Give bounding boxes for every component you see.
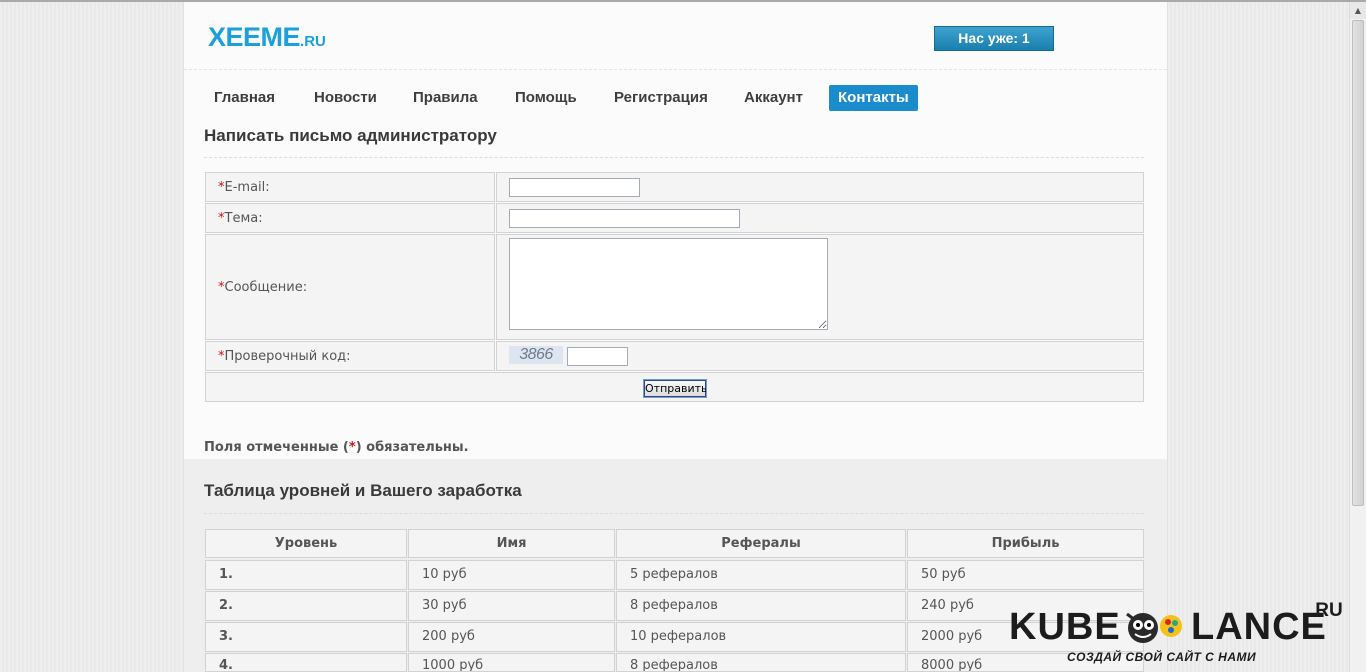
note-prefix: Поля отмеченные ( — [204, 440, 349, 455]
required-fields-note: Поля отмеченные (*) обязательны. — [204, 440, 469, 455]
required-mark: * — [348, 440, 356, 455]
email-label-cell: *E-mail: — [205, 172, 495, 202]
subject-label-text: Тема: — [224, 211, 263, 226]
submit-button[interactable]: Отправить — [643, 379, 708, 398]
captcha-label-text: Проверочный код: — [224, 349, 351, 364]
subject-label: *Тема: — [218, 211, 263, 226]
table-row-name: 1000 руб — [408, 653, 615, 672]
levels-header-level: Уровень — [205, 529, 407, 558]
table-row-level: 2. — [205, 591, 407, 621]
nav-item-register[interactable]: Регистрация — [604, 85, 718, 111]
site-logo[interactable]: XEEME.RU — [208, 22, 326, 53]
watermark-tagline: СОЗДАЙ СВОЙ САЙТ С НАМИ — [1067, 650, 1257, 664]
message-label-text: Сообщение: — [224, 280, 308, 295]
submit-cell: Отправить — [205, 372, 1144, 402]
captcha-label: *Проверочный код: — [218, 349, 351, 364]
email-label: *E-mail: — [218, 180, 270, 195]
email-field[interactable] — [509, 178, 640, 197]
scroll-thumb[interactable] — [1352, 20, 1364, 506]
table-row-referrals: 5 рефералов — [616, 560, 906, 590]
kubelance-watermark: KUBE LANCE .RU СОЗДАЙ СВОЙ САЙТ С НАМИ — [1005, 598, 1345, 670]
title-divider — [204, 157, 1144, 158]
nav-item-account[interactable]: Аккаунт — [734, 85, 813, 111]
table-row-name: 10 руб — [408, 560, 615, 590]
subject-input-cell — [496, 203, 1144, 233]
table-row-level: 3. — [205, 622, 407, 652]
levels-header-profit: Прибыль — [907, 529, 1144, 558]
page-container: XEEME.RU Нас уже: 1 Главная Новости Прав… — [183, 2, 1168, 672]
nav-item-contacts[interactable]: Контакты — [829, 85, 918, 111]
captcha-field[interactable] — [567, 347, 628, 366]
table-row-referrals: 10 рефералов — [616, 622, 906, 652]
table-row-referrals: 8 рефералов — [616, 591, 906, 621]
watermark-text-lance: LANCE — [1191, 606, 1327, 648]
message-label: *Сообщение: — [218, 280, 307, 295]
nav-item-home[interactable]: Главная — [204, 85, 285, 111]
captcha-input-cell: 3866 — [496, 341, 1144, 371]
levels-title-divider — [204, 513, 1144, 514]
logo-main-text: XEEME — [208, 22, 301, 52]
message-label-cell: *Сообщение: — [205, 234, 495, 340]
watermark-domain: .RU — [1310, 600, 1343, 621]
subject-field[interactable] — [509, 209, 740, 228]
table-row-profit: 50 руб — [907, 560, 1144, 590]
note-suffix: ) обязательны. — [355, 440, 469, 455]
users-count-badge: Нас уже: 1 — [934, 26, 1054, 51]
nav-item-rules[interactable]: Правила — [403, 85, 488, 111]
header-divider — [184, 69, 1167, 70]
table-row-level: 4. — [205, 653, 407, 672]
nav-item-news[interactable]: Новости — [304, 85, 387, 111]
nav-item-help[interactable]: Помощь — [505, 85, 587, 111]
scroll-up-arrow-icon[interactable]: ▲ — [1350, 2, 1366, 19]
contact-form-title: Написать письмо администратору — [204, 126, 497, 145]
subject-label-cell: *Тема: — [205, 203, 495, 233]
mascot-icon — [1126, 612, 1182, 643]
table-row-level: 1. — [205, 560, 407, 590]
vertical-scrollbar[interactable]: ▲ — [1349, 2, 1366, 672]
table-row-referrals: 8 рефералов — [616, 653, 906, 672]
levels-header-referrals: Рефералы — [616, 529, 906, 558]
captcha-label-cell: *Проверочный код: — [205, 341, 495, 371]
levels-header-name: Имя — [408, 529, 615, 558]
message-input-cell — [496, 234, 1144, 340]
table-row-name: 30 руб — [408, 591, 615, 621]
levels-table-title: Таблица уровней и Вашего заработка — [204, 481, 522, 500]
watermark-text-kube: KUBE — [1009, 606, 1121, 648]
email-label-text: E-mail: — [224, 180, 270, 195]
email-input-cell — [496, 172, 1144, 202]
message-textarea[interactable] — [509, 238, 828, 330]
logo-suffix-text: .RU — [300, 33, 326, 50]
table-row-name: 200 руб — [408, 622, 615, 652]
captcha-image: 3866 — [509, 346, 563, 364]
